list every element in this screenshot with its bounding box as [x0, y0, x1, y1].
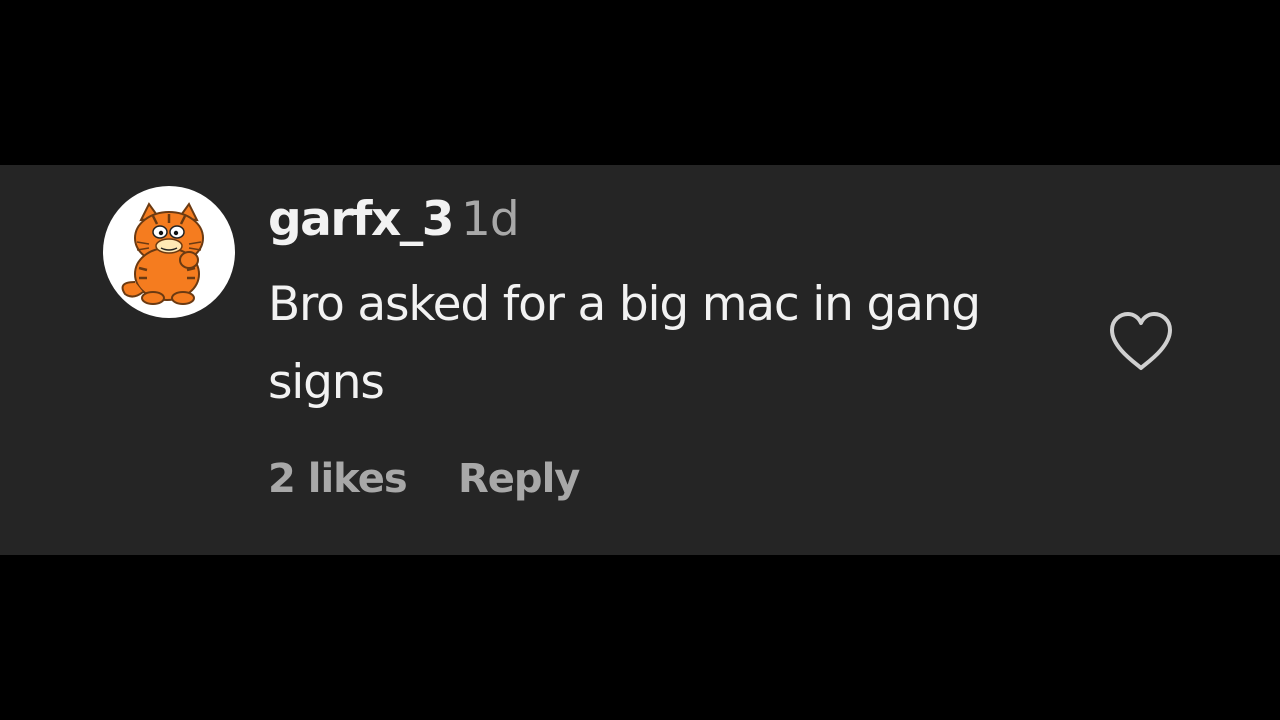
comment-header: garfx_3 1d [268, 192, 520, 256]
garfield-cat-icon [121, 202, 204, 305]
avatar[interactable] [103, 186, 235, 318]
heart-outline-icon [1110, 312, 1172, 370]
username-link[interactable]: garfx_3 [268, 192, 455, 247]
like-button[interactable] [1104, 308, 1178, 374]
likes-count[interactable]: 2 likes [268, 456, 408, 502]
comment-timestamp: 1d [461, 192, 520, 247]
comment-actions: 2 likes Reply [268, 456, 580, 502]
reply-button[interactable]: Reply [458, 456, 580, 502]
comment-text: Bro asked for a big mac in gang signs [268, 277, 981, 410]
